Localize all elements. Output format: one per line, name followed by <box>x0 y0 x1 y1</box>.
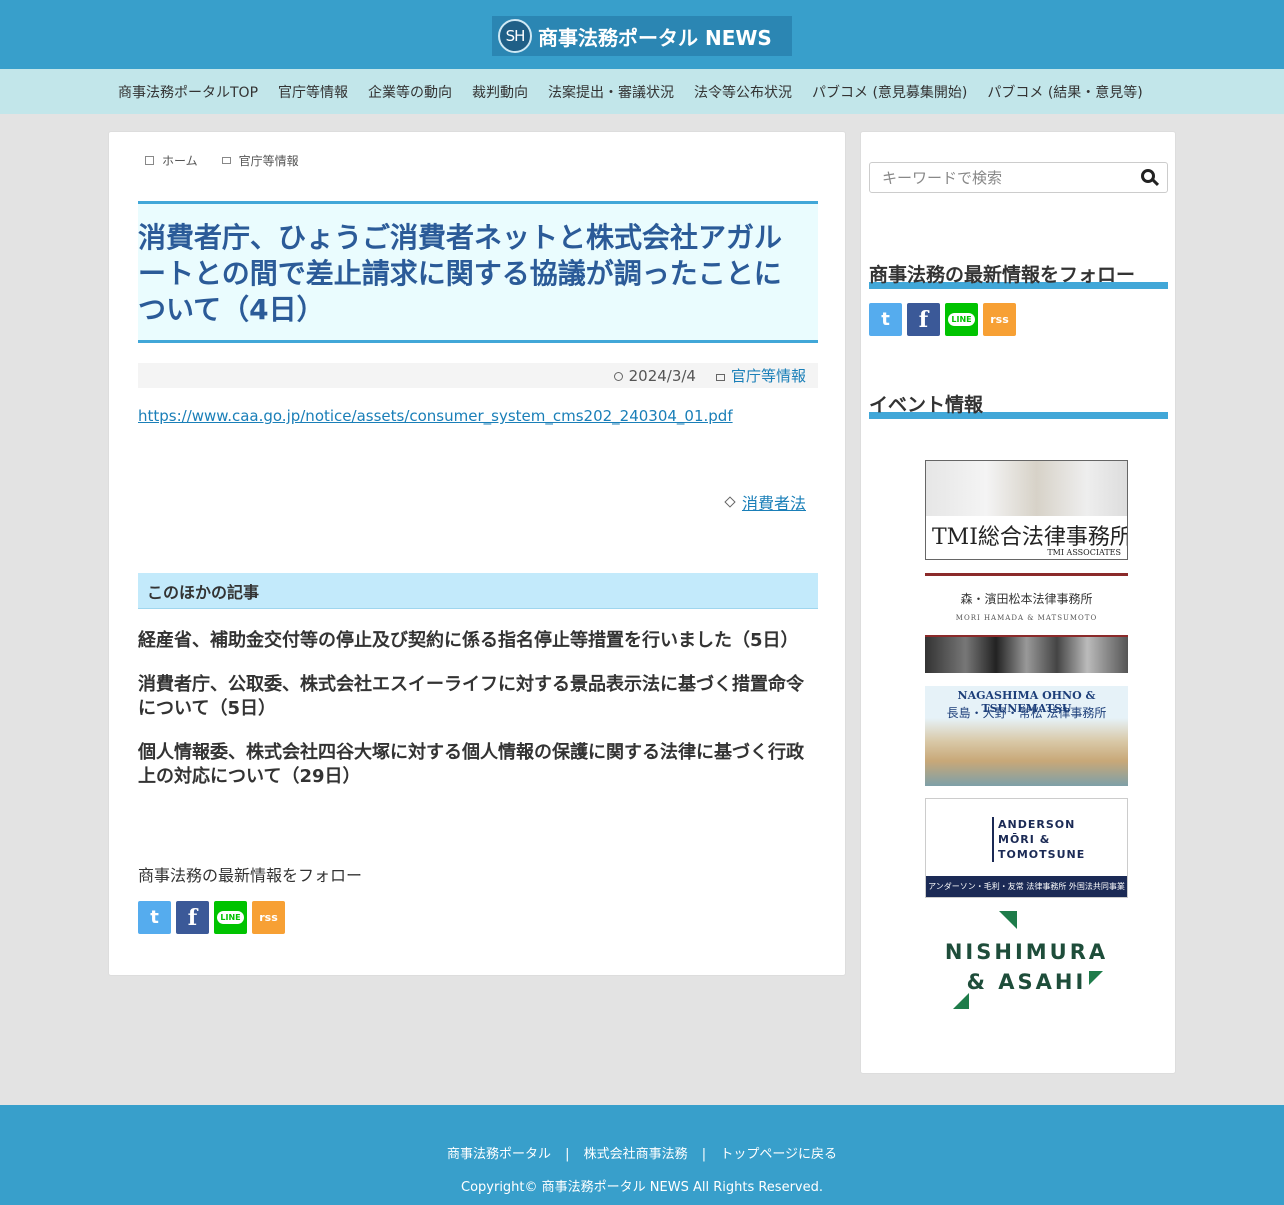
nav-item-companies[interactable]: 企業等の動向 <box>358 82 462 102</box>
follow-label: 商事法務の最新情報をフォロー <box>138 866 363 885</box>
global-nav: 商事法務ポータルTOP 官庁等情報 企業等の動向 裁判動向 法案提出・審議状況 … <box>0 69 1284 114</box>
footer-link-portal[interactable]: 商事法務ポータル <box>447 1147 551 1162</box>
facebook-icon[interactable]: f <box>176 901 209 934</box>
folder-icon <box>221 157 231 164</box>
site-footer: 商事法務ポータル | 株式会社商事法務 | トップページに戻る Copyrigh… <box>0 1105 1284 1205</box>
events-widget-title-text: イベント情報 <box>869 394 984 416</box>
logo-text: 商事法務ポータル NEWS <box>538 25 772 50</box>
banner-mori-sub: MORI HAMADA & MATSUMOTO <box>955 614 1098 622</box>
source-pdf-link[interactable]: https://www.caa.go.jp/notice/assets/cons… <box>138 407 733 425</box>
twitter-icon[interactable]: t <box>138 901 171 934</box>
article-title: 消費者庁、ひょうご消費者ネットと株式会社アガルートとの間で差止請求に関する協議が… <box>138 201 818 343</box>
main-content: ホーム 官庁等情報 消費者庁、ひょうご消費者ネットと株式会社アガルートとの間で差… <box>108 131 846 976</box>
post-date: 2024/3/4 <box>613 366 696 385</box>
twitter-icon[interactable]: t <box>869 303 902 336</box>
events-widget-title: イベント情報 <box>869 390 1168 419</box>
site-logo[interactable]: SH 商事法務ポータル NEWS <box>492 16 792 56</box>
follow-widget-title-text: 商事法務の最新情報をフォロー <box>869 264 1136 286</box>
banner-nishimura[interactable]: NISHIMURA & ASAHI <box>925 911 1128 1011</box>
related-item[interactable]: 経産省、補助金交付等の停止及び契約に係る指名停止等措置を行いました（5日） <box>138 629 808 653</box>
banner-amt-line1: ANDERSON <box>998 818 1076 831</box>
breadcrumb: ホーム 官庁等情報 <box>145 152 299 169</box>
banner-nishimura-line2: & ASAHI <box>966 970 1087 994</box>
follow-widget-title: 商事法務の最新情報をフォロー <box>869 260 1168 289</box>
search-icon-handle <box>1151 178 1160 187</box>
nav-item-courts[interactable]: 裁判動向 <box>462 82 538 102</box>
line-icon-label: LINE <box>948 313 975 326</box>
article-meta: 2024/3/4 官庁等情報 <box>138 363 818 388</box>
banner-mori-text: 森・濱田松本法律事務所 <box>960 592 1093 606</box>
related-list: 経産省、補助金交付等の停止及び契約に係る指名停止等措置を行いました（5日） 消費… <box>138 629 808 809</box>
banner-amt-line2: MŌRI & <box>998 833 1051 846</box>
line-icon-label: LINE <box>217 911 244 924</box>
triangle-icon <box>999 911 1017 929</box>
banner-photo <box>926 461 1127 516</box>
footer-link-top[interactable]: トップページに戻る <box>720 1147 837 1162</box>
banner-anderson[interactable]: ANDERSON MŌRI & TOMOTSUNE アンダーソン・毛利・友常 法… <box>925 798 1128 898</box>
banner-nishimura-line1: NISHIMURA <box>944 940 1109 964</box>
banner-photo <box>925 635 1128 673</box>
search-button[interactable] <box>1139 167 1161 189</box>
post-category: 官庁等情報 <box>715 365 806 386</box>
banner-mori-hamada[interactable]: 森・濱田松本法律事務所 MORI HAMADA & MATSUMOTO <box>925 573 1128 673</box>
nav-item-pubcom-result[interactable]: パブコメ (結果・意見等) <box>977 82 1152 102</box>
banner-not-ja: 長島・大野・常松 法律事務所 <box>946 706 1107 720</box>
banner-tmi[interactable]: TMI総合法律事務所 TMI ASSOCIATES <box>925 460 1128 560</box>
nav-item-government[interactable]: 官庁等情報 <box>268 82 358 102</box>
sidebar-sns-buttons: t f LINE rss <box>869 303 1016 336</box>
home-icon <box>145 156 154 165</box>
nav-item-top[interactable]: 商事法務ポータルTOP <box>108 82 268 102</box>
footer-separator: | <box>565 1147 570 1162</box>
breadcrumb-home[interactable]: ホーム <box>162 152 198 169</box>
banner-tmi-sub: TMI ASSOCIATES <box>1047 548 1121 557</box>
rss-icon[interactable]: rss <box>983 303 1016 336</box>
line-icon[interactable]: LINE <box>945 303 978 336</box>
banner-amt-foot: アンダーソン・毛利・友常 法律事務所 外国法共同事業 <box>926 876 1127 897</box>
related-heading: このほかの記事 <box>138 573 818 609</box>
rss-icon[interactable]: rss <box>252 901 285 934</box>
banner-tmi-text: TMI総合法律事務所 <box>932 525 1128 550</box>
clock-icon <box>613 371 623 381</box>
search-input[interactable] <box>870 163 1130 192</box>
copyright: Copyright© 商事法務ポータル NEWS All Rights Rese… <box>461 1180 823 1195</box>
nav-item-pubcom-start[interactable]: パブコメ (意見募集開始) <box>802 82 977 102</box>
related-item[interactable]: 個人情報委、株式会社四谷大塚に対する個人情報の保護に関する法律に基づく行政上の対… <box>138 741 808 789</box>
line-icon[interactable]: LINE <box>214 901 247 934</box>
tag-link[interactable]: 消費者法 <box>742 490 806 514</box>
sidebar: 商事法務の最新情報をフォロー t f LINE rss イベント情報 TMI総合… <box>860 131 1176 1074</box>
banner-amt-line3: TOMOTSUNE <box>998 848 1086 861</box>
nav-item-laws[interactable]: 法令等公布状況 <box>684 82 802 102</box>
footer-links: 商事法務ポータル | 株式会社商事法務 | トップページに戻る <box>0 1143 1284 1162</box>
site-header: SH 商事法務ポータル NEWS <box>0 0 1284 69</box>
footer-link-company[interactable]: 株式会社商事法務 <box>584 1147 688 1162</box>
footer-separator: | <box>701 1147 707 1162</box>
post-date-text: 2024/3/4 <box>628 366 696 385</box>
breadcrumb-category[interactable]: 官庁等情報 <box>239 152 299 169</box>
logo-mark-icon: SH <box>498 19 532 53</box>
sns-buttons: t f LINE rss <box>138 901 285 934</box>
related-item[interactable]: 消費者庁、公取委、株式会社エスイーライフに対する景品表示法に基づく措置命令につい… <box>138 673 808 721</box>
banner-nishimura-text: NISHIMURA & ASAHI <box>925 937 1128 997</box>
folder-icon <box>715 374 725 381</box>
search-form <box>869 162 1168 193</box>
facebook-icon[interactable]: f <box>907 303 940 336</box>
nav-item-bills[interactable]: 法案提出・審議状況 <box>538 82 684 102</box>
tag-icon <box>724 496 736 508</box>
banner-amt-logo: ANDERSON MŌRI & TOMOTSUNE <box>992 817 1085 862</box>
category-link[interactable]: 官庁等情報 <box>731 367 806 385</box>
banner-nagashima[interactable]: NAGASHIMA OHNO & TSUNEMATSU 長島・大野・常松 法律事… <box>925 686 1128 786</box>
article-tags: 消費者法 <box>138 491 818 513</box>
